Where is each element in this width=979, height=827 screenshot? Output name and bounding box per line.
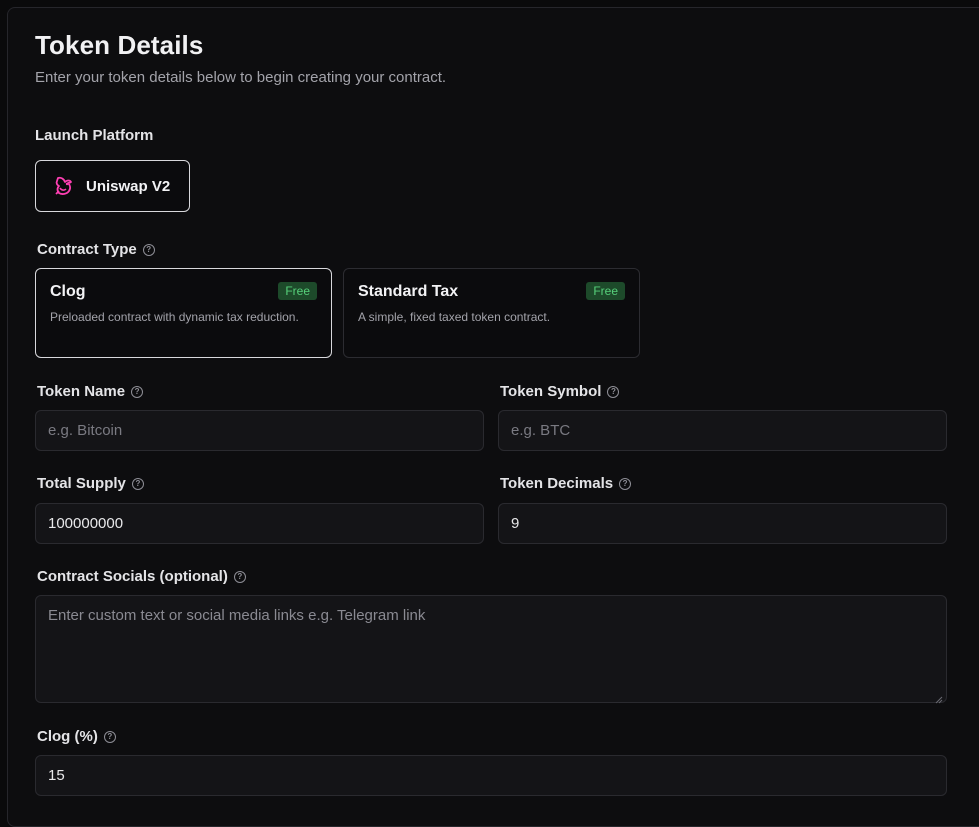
contract-socials-placeholder: Enter custom text or social media links …: [48, 607, 426, 624]
contract-type-title: Clog: [50, 283, 86, 300]
page-title: Token Details: [35, 30, 204, 60]
token-symbol-label: Token Symbol ?: [500, 383, 620, 400]
contract-type-title: Standard Tax: [358, 283, 459, 300]
token-name-label: Token Name ?: [37, 383, 144, 400]
contract-type-description: Preloaded contract with dynamic tax redu…: [50, 310, 299, 324]
token-symbol-label-text: Token Symbol: [500, 383, 602, 400]
help-icon[interactable]: ?: [619, 477, 632, 490]
token-decimals-input[interactable]: 9: [498, 503, 947, 544]
contract-socials-label: Contract Socials (optional) ?: [37, 568, 246, 585]
help-icon[interactable]: ?: [142, 243, 155, 256]
token-decimals-label: Token Decimals ?: [500, 475, 632, 492]
contract-type-label-text: Contract Type: [37, 241, 137, 258]
help-icon[interactable]: ?: [103, 730, 116, 743]
launch-platform-label: Launch Platform: [35, 127, 153, 144]
help-icon[interactable]: ?: [131, 385, 144, 398]
free-badge: Free: [278, 282, 317, 300]
help-icon[interactable]: ?: [131, 477, 144, 490]
contract-type-description: A simple, fixed taxed token contract.: [358, 310, 551, 324]
clog-percent-label: Clog (%) ?: [37, 728, 116, 745]
contract-type-label: Contract Type ?: [37, 241, 155, 258]
help-icon[interactable]: ?: [233, 570, 246, 583]
contract-socials-label-text: Contract Socials (optional): [37, 568, 228, 585]
token-name-label-text: Token Name: [37, 383, 126, 400]
contract-socials-textarea[interactable]: Enter custom text or social media links …: [35, 595, 947, 704]
contract-type-option-clog[interactable]: Clog Preloaded contract with dynamic tax…: [35, 268, 332, 358]
uniswap-unicorn-icon: [52, 174, 76, 198]
free-badge: Free: [586, 282, 625, 300]
total-supply-label: Total Supply ?: [37, 475, 144, 492]
launch-platform-name: Uniswap V2: [86, 177, 171, 195]
clog-percent-label-text: Clog (%): [37, 728, 98, 745]
launch-platform-label-text: Launch Platform: [35, 127, 154, 144]
total-supply-input[interactable]: 100000000: [35, 503, 484, 544]
token-name-input[interactable]: e.g. Bitcoin: [35, 410, 484, 451]
total-supply-label-text: Total Supply: [37, 475, 126, 492]
help-icon[interactable]: ?: [607, 385, 620, 398]
token-decimals-label-text: Token Decimals: [500, 475, 614, 492]
clog-percent-input[interactable]: 15: [35, 755, 947, 796]
token-details-card: Token Details Enter your token details b…: [7, 7, 979, 827]
resize-handle-icon[interactable]: [935, 691, 943, 704]
launch-platform-uniswap-v2-button[interactable]: Uniswap V2: [35, 160, 190, 212]
contract-type-option-standard-tax[interactable]: Standard Tax A simple, fixed taxed token…: [343, 268, 640, 358]
token-symbol-input[interactable]: e.g. BTC: [498, 410, 947, 451]
page-subtitle: Enter your token details below to begin …: [35, 69, 447, 86]
